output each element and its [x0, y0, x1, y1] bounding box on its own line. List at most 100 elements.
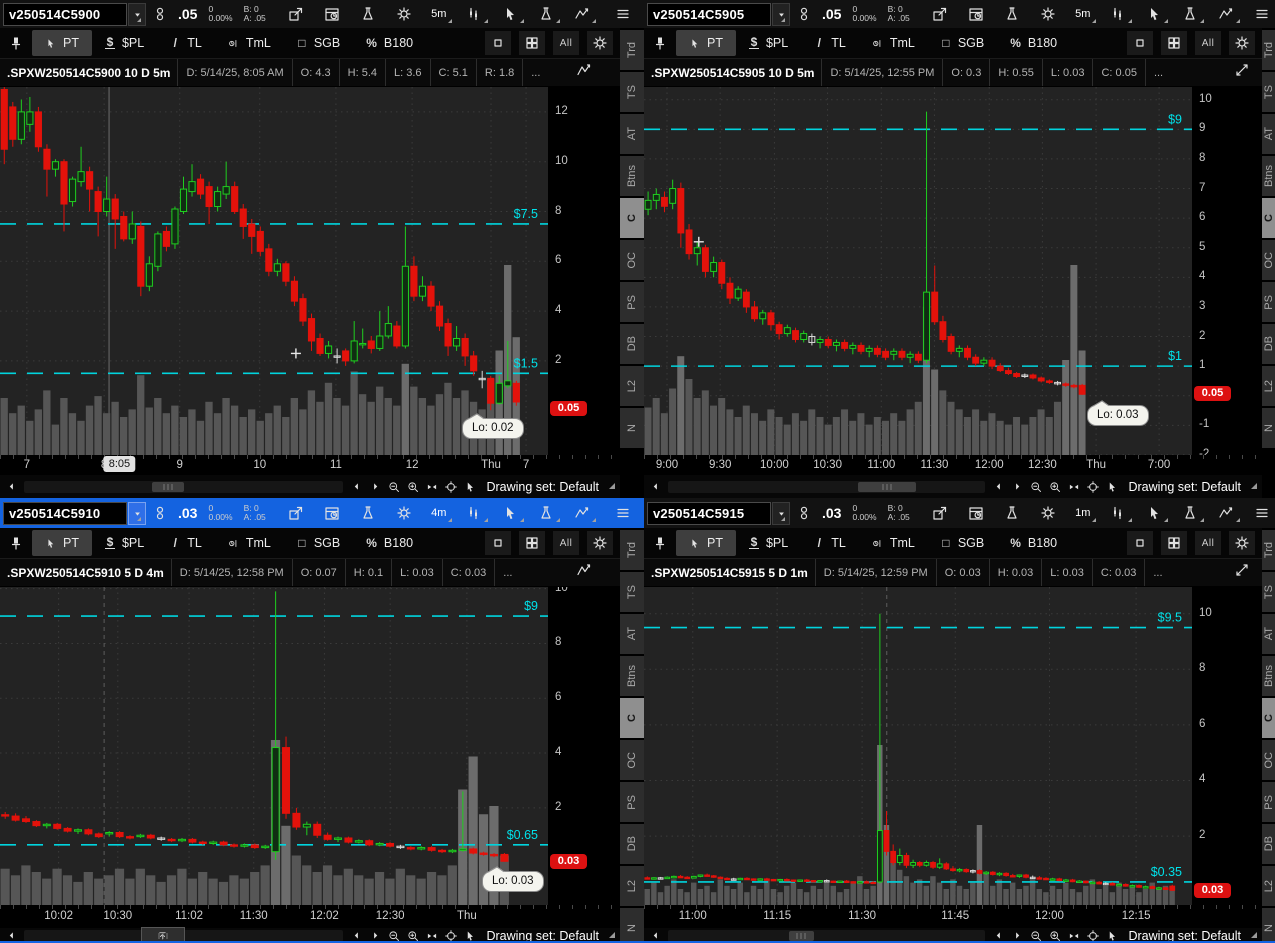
gadget-tab-db[interactable]: DB: [1262, 824, 1275, 864]
auto-scale-icon[interactable]: [426, 480, 438, 494]
pin-icon[interactable]: [646, 31, 674, 55]
fit-chart-icon[interactable]: [1234, 62, 1254, 82]
show-all-button[interactable]: All: [1195, 31, 1221, 55]
gadget-tab-at[interactable]: AT: [620, 614, 644, 654]
gadget-tab-l2[interactable]: L2: [620, 366, 644, 406]
price-chart[interactable]: $9$0.65Lo: 0.03: [0, 587, 548, 905]
zoom-out-icon[interactable]: [1030, 480, 1042, 494]
studies-beaker-icon[interactable]: [350, 501, 386, 525]
studies-beaker-icon[interactable]: [350, 2, 386, 26]
pan-right-small-icon[interactable]: [1011, 480, 1023, 494]
pl-button[interactable]: $$PL: [736, 530, 801, 556]
price-axis[interactable]: 1086420.03: [548, 587, 620, 905]
scrollbar-track[interactable]: [668, 481, 985, 493]
sgb-button[interactable]: □SGB: [928, 530, 997, 556]
tml-button[interactable]: TmL: [859, 30, 928, 56]
pointer-tool-icon[interactable]: [1136, 2, 1172, 26]
settings-gear-icon[interactable]: [386, 2, 422, 26]
gadget-tab-db[interactable]: DB: [620, 824, 644, 864]
restore-panel-icon[interactable]: [1127, 531, 1153, 555]
b180-button[interactable]: %B180: [997, 530, 1070, 556]
grid-layout-icon[interactable]: [519, 31, 545, 55]
gadget-tab-trd[interactable]: Trd: [620, 530, 644, 570]
b180-button[interactable]: %B180: [353, 30, 426, 56]
sgb-button[interactable]: □SGB: [928, 30, 997, 56]
gadget-tab-ps[interactable]: PS: [620, 282, 644, 322]
tl-button[interactable]: /TL: [801, 30, 859, 56]
pan-left-icon[interactable]: [649, 480, 661, 494]
b180-button[interactable]: %B180: [353, 530, 426, 556]
price-chart[interactable]: $9.5$0.35: [644, 587, 1192, 905]
tml-button[interactable]: TmL: [215, 30, 284, 56]
settings-gear-icon[interactable]: [1229, 31, 1255, 55]
candlestick-chart[interactable]: $9$1: [644, 87, 1192, 455]
link-icon[interactable]: [794, 2, 814, 26]
show-all-button[interactable]: All: [553, 31, 579, 55]
gadget-tab-oc[interactable]: OC: [1262, 240, 1275, 280]
pan-left-small-icon[interactable]: [350, 480, 362, 494]
resize-grip-icon[interactable]: [609, 483, 615, 489]
gadget-tab-ts[interactable]: TS: [620, 72, 644, 112]
candlestick-chart[interactable]: $9$0.65: [0, 587, 548, 905]
restore-panel-icon[interactable]: [485, 531, 511, 555]
gadget-tab-trd[interactable]: Trd: [1262, 530, 1275, 570]
drawing-set-label[interactable]: Drawing set: Default: [1128, 480, 1241, 494]
timeframe-button[interactable]: 4m: [422, 501, 456, 525]
volume-profile-icon[interactable]: [1100, 501, 1136, 525]
strategies-beaker-icon[interactable]: [528, 501, 564, 525]
gadget-tab-n[interactable]: N: [1262, 408, 1275, 448]
pan-right-small-icon[interactable]: [369, 480, 381, 494]
share-icon[interactable]: [922, 501, 958, 525]
settings-gear-icon[interactable]: [1030, 2, 1066, 26]
gadget-tab-c[interactable]: C: [1262, 698, 1275, 738]
pointer-tool-icon[interactable]: [1136, 501, 1172, 525]
gadget-tab-db[interactable]: DB: [620, 324, 644, 364]
pointer-tool-icon[interactable]: [492, 501, 528, 525]
settings-gear-icon[interactable]: [587, 31, 613, 55]
pin-icon[interactable]: [646, 531, 674, 555]
grid-layout-icon[interactable]: [519, 531, 545, 555]
pt-button[interactable]: PT: [32, 30, 92, 56]
price-axis[interactable]: 109876543210-1-20.05: [1192, 87, 1262, 455]
gadget-tab-ps[interactable]: PS: [620, 782, 644, 822]
calendar-icon[interactable]: [958, 2, 994, 26]
symbol-input[interactable]: v250514C5905: [647, 3, 771, 26]
gadget-tab-oc[interactable]: OC: [620, 240, 644, 280]
gadget-tab-trd[interactable]: Trd: [620, 30, 644, 70]
show-all-button[interactable]: All: [1195, 531, 1221, 555]
gadget-tab-l2[interactable]: L2: [620, 866, 644, 906]
crosshair-icon[interactable]: [1087, 480, 1099, 494]
calendar-icon[interactable]: [314, 2, 350, 26]
chart-style-icon[interactable]: [576, 62, 596, 82]
time-axis[interactable]: 11:0011:1511:3011:4512:0012:15: [644, 905, 1262, 928]
symbol-input[interactable]: v250514C5915: [647, 502, 771, 525]
tl-button[interactable]: /TL: [157, 30, 215, 56]
gadget-tab-ts[interactable]: TS: [1262, 72, 1275, 112]
show-all-button[interactable]: All: [553, 531, 579, 555]
gadget-tab-oc[interactable]: OC: [620, 740, 644, 780]
chart-style-icon[interactable]: [576, 562, 596, 582]
grid-layout-icon[interactable]: [1161, 531, 1187, 555]
menu-icon[interactable]: [605, 2, 641, 26]
gadget-tab-c[interactable]: C: [1262, 198, 1275, 238]
grid-layout-icon[interactable]: [1161, 31, 1187, 55]
menu-icon[interactable]: [605, 501, 641, 525]
pan-left-icon[interactable]: [5, 480, 17, 494]
gadget-tab-btns[interactable]: Btns: [1262, 156, 1275, 196]
strategies-beaker-icon[interactable]: [1172, 2, 1208, 26]
resize-grip-icon[interactable]: [609, 932, 615, 938]
scrollbar-thumb[interactable]: [858, 482, 915, 492]
pt-button[interactable]: PT: [676, 30, 736, 56]
calendar-icon[interactable]: [958, 501, 994, 525]
gadget-tab-n[interactable]: N: [1262, 908, 1275, 943]
settings-gear-icon[interactable]: [1030, 501, 1066, 525]
symbol-dropdown-button[interactable]: [772, 502, 790, 525]
volume-profile-icon[interactable]: [456, 2, 492, 26]
pl-button[interactable]: $$PL: [92, 30, 157, 56]
studies-beaker-icon[interactable]: [994, 501, 1030, 525]
b180-button[interactable]: %B180: [997, 30, 1070, 56]
link-icon[interactable]: [150, 501, 170, 525]
pan-left-small-icon[interactable]: [992, 480, 1004, 494]
patterns-icon[interactable]: [564, 2, 600, 26]
patterns-icon[interactable]: [1208, 2, 1244, 26]
